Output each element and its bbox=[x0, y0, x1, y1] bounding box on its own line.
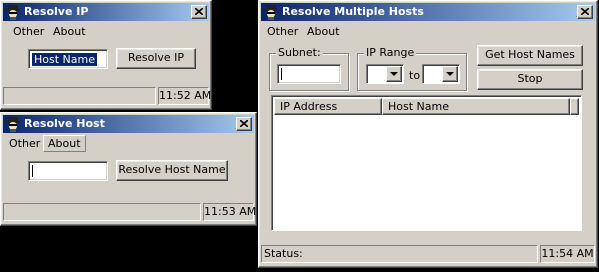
statusbar: 11:53 AM bbox=[3, 201, 256, 223]
column-header-filler bbox=[570, 98, 579, 115]
resolve-ip-button[interactable]: Resolve IP bbox=[116, 48, 196, 69]
status-clock: 11:53 AM bbox=[203, 203, 256, 221]
column-header-ip-address[interactable]: IP Address bbox=[274, 98, 382, 115]
menu-about[interactable]: About bbox=[43, 135, 86, 152]
menubar: Other About bbox=[5, 22, 207, 40]
menu-about[interactable]: About bbox=[49, 24, 90, 40]
subnet-input[interactable] bbox=[277, 64, 341, 84]
status-message bbox=[3, 203, 201, 221]
dropdown-button[interactable] bbox=[386, 66, 402, 82]
window-title: Resolve Host bbox=[24, 117, 105, 130]
resolve-multiple-hosts-window: Resolve Multiple Hosts Other About Subne… bbox=[258, 0, 598, 268]
hostname-input[interactable]: Host Name bbox=[28, 49, 108, 69]
status-clock: 11:54 AM bbox=[540, 245, 595, 263]
window-title: Resolve Multiple Hosts bbox=[282, 5, 424, 18]
spy-icon bbox=[5, 4, 21, 20]
subnet-group: Subnet: bbox=[269, 46, 349, 91]
spy-icon bbox=[263, 4, 279, 20]
column-header-host-name[interactable]: Host Name bbox=[382, 98, 570, 115]
close-button[interactable] bbox=[577, 5, 593, 19]
resolve-multiple-titlebar[interactable]: Resolve Multiple Hosts bbox=[261, 3, 595, 21]
text-caret bbox=[281, 68, 282, 80]
dropdown-button[interactable] bbox=[442, 66, 458, 82]
get-host-names-button[interactable]: Get Host Names bbox=[477, 45, 583, 66]
chevron-down-icon bbox=[390, 72, 398, 76]
status-message: Status: bbox=[261, 245, 538, 263]
menu-other[interactable]: Other bbox=[263, 24, 302, 40]
statusbar: 11:52 AM bbox=[3, 85, 211, 107]
subnet-label: Subnet: bbox=[276, 46, 323, 59]
ip-address-input[interactable] bbox=[28, 161, 108, 181]
text-caret bbox=[32, 165, 33, 177]
range-from-combo[interactable] bbox=[366, 64, 404, 84]
ip-range-label: IP Range bbox=[364, 46, 417, 59]
menu-other[interactable]: Other bbox=[5, 136, 44, 152]
hostname-input-text: Host Name bbox=[32, 53, 97, 66]
resolve-host-name-button[interactable]: Resolve Host Name bbox=[116, 160, 228, 181]
chevron-down-icon bbox=[446, 72, 454, 76]
statusbar: Status: 11:54 AM bbox=[261, 243, 595, 265]
close-button[interactable] bbox=[191, 5, 207, 19]
status-message bbox=[3, 87, 156, 105]
close-icon bbox=[581, 8, 589, 15]
resolve-host-window: Resolve Host Other About Resolve Host Na… bbox=[0, 112, 257, 226]
menu-about[interactable]: About bbox=[303, 24, 344, 40]
results-list[interactable]: IP Address Host Name bbox=[271, 95, 582, 231]
close-icon bbox=[195, 8, 203, 15]
stop-button[interactable]: Stop bbox=[477, 69, 583, 90]
spy-icon bbox=[5, 116, 21, 132]
resolve-ip-window: Resolve IP Other About Host Name Resolve… bbox=[0, 0, 212, 110]
ip-range-group: IP Range to bbox=[357, 46, 467, 91]
close-icon bbox=[240, 120, 248, 127]
resolve-ip-titlebar[interactable]: Resolve IP bbox=[3, 3, 209, 21]
close-button[interactable] bbox=[236, 117, 252, 131]
range-to-label: to bbox=[409, 69, 421, 82]
menubar: Other About bbox=[5, 134, 252, 152]
window-title: Resolve IP bbox=[24, 5, 89, 18]
menubar: Other About bbox=[263, 22, 593, 40]
range-to-combo[interactable] bbox=[422, 64, 460, 84]
menu-other[interactable]: Other bbox=[9, 24, 48, 40]
status-clock: 11:52 AM bbox=[158, 87, 211, 105]
resolve-host-titlebar[interactable]: Resolve Host bbox=[3, 115, 254, 133]
